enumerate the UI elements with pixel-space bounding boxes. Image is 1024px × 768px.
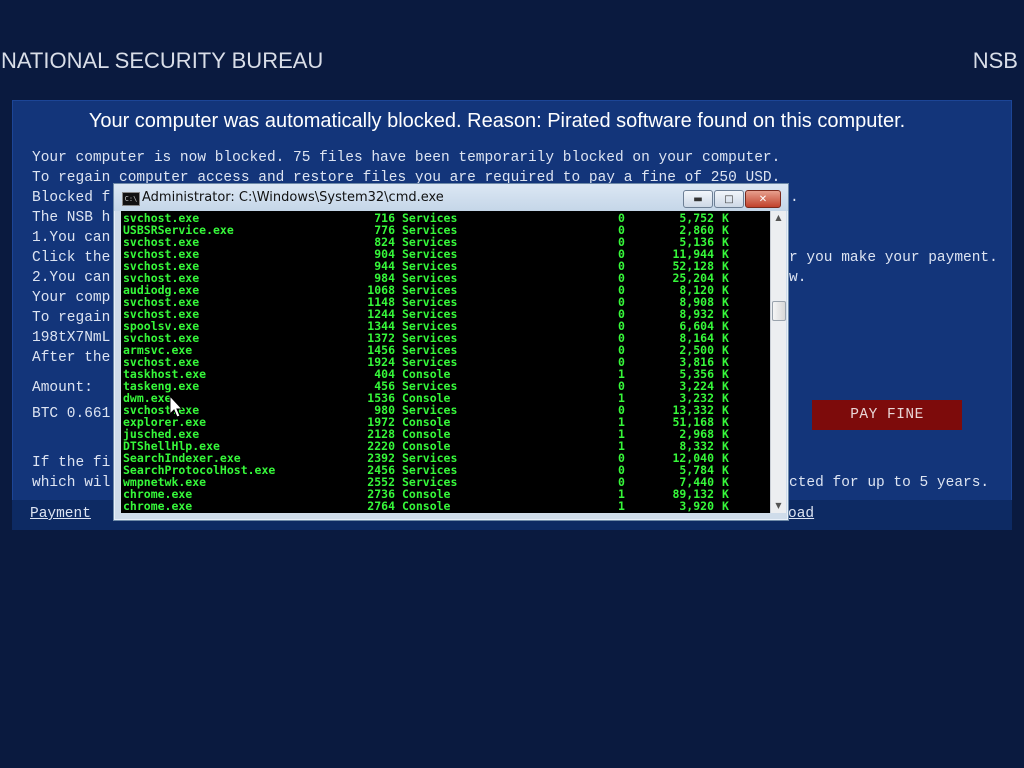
bottom-line-1: If the fi	[32, 455, 111, 471]
mouse-cursor-icon	[169, 395, 184, 418]
org-abbr: NSB	[972, 48, 1018, 73]
notice-line-1: Your computer is now blocked. 75 files h…	[32, 150, 781, 166]
minimize-button[interactable]: ▬	[683, 190, 713, 208]
notice-line-7-right: w.	[789, 270, 807, 286]
notice-line-5: 1.You can	[32, 230, 111, 246]
process-pid: 2764	[367, 499, 395, 513]
cmd-scrollbar[interactable]: ▲ ▼	[770, 211, 786, 513]
process-session-number: 1	[618, 499, 625, 513]
maximize-button[interactable]: □	[714, 190, 744, 208]
cmd-icon: C:\	[122, 192, 140, 206]
process-name: chrome.exe	[123, 499, 193, 513]
notice-line-4: The NSB h	[32, 210, 111, 226]
top-header: NATIONAL SECURITY BUREAU NSB	[0, 48, 1024, 78]
notice-line-3-right: .	[790, 190, 799, 206]
close-icon: ✕	[758, 193, 768, 205]
scroll-down-icon[interactable]: ▼	[771, 499, 786, 513]
cmd-window[interactable]: C:\ Administrator: C:\Windows\System32\c…	[113, 183, 789, 521]
notice-line-6: Click the	[32, 250, 111, 266]
scroll-up-icon[interactable]: ▲	[771, 211, 786, 225]
bitcoin-address[interactable]: 198tX7NmL	[32, 330, 110, 346]
scrollbar-thumb[interactable]	[772, 301, 786, 321]
notice-line-6-right: r you make your payment.	[789, 250, 998, 266]
process-session: Console	[402, 499, 451, 513]
org-name: NATIONAL SECURITY BUREAU	[1, 48, 324, 73]
notice-headline: Your computer was automatically blocked.…	[88, 110, 906, 132]
amount-label: Amount:	[32, 380, 93, 396]
close-button[interactable]: ✕	[745, 190, 781, 208]
notice-line-3: Blocked f	[32, 190, 111, 206]
cmd-title: Administrator: C:\Windows\System32\cmd.e…	[142, 190, 444, 205]
notice-line-8: Your comp	[32, 290, 111, 306]
maximize-icon: □	[724, 193, 734, 205]
process-row: chrome.exe 2764 Console 1 3,920 K	[121, 500, 761, 512]
notice-line-11: After the	[32, 350, 111, 366]
process-memory: 3,920	[679, 499, 714, 513]
payment-link[interactable]: Payment	[30, 506, 91, 522]
cmd-title-bar[interactable]: C:\ Administrator: C:\Windows\System32\c…	[114, 184, 788, 211]
minimize-icon: ▬	[693, 193, 703, 205]
cmd-console-output[interactable]: svchost.exe 716 Services 0 5,752 K USBSRServic…	[121, 211, 770, 513]
process-memory-unit: K	[722, 499, 729, 513]
notice-line-9: To regain	[32, 310, 111, 326]
notice-line-7: 2.You can	[32, 270, 111, 286]
bottom-line-2-right: cted for up to 5 years.	[789, 475, 990, 491]
pay-fine-button[interactable]: PAY FINE	[812, 400, 962, 430]
btc-amount: BTC 0.661	[32, 406, 111, 422]
bottom-line-2: which wil	[32, 475, 111, 491]
download-link[interactable]: oad	[788, 506, 814, 522]
